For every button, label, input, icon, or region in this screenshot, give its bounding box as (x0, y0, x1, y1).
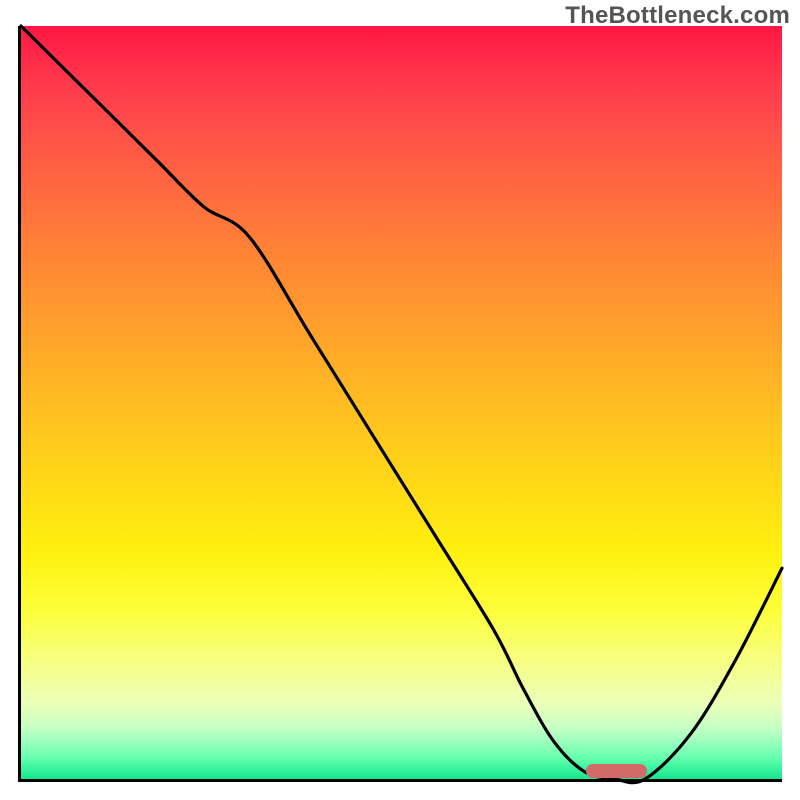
plot-area (18, 26, 782, 782)
chart-stage: TheBottleneck.com (0, 0, 800, 800)
bottleneck-curve (21, 26, 782, 779)
minimum-marker (586, 764, 647, 778)
